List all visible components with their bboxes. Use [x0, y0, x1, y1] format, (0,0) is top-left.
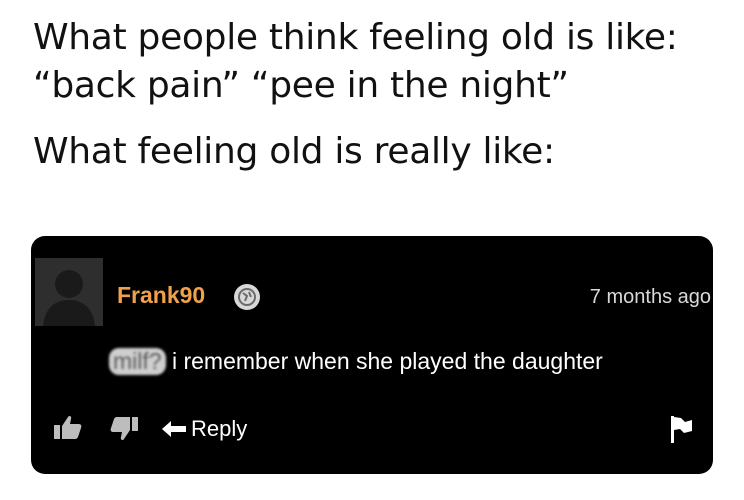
- comment-card: Frank90 7 months ago milf? i remember wh…: [31, 236, 713, 474]
- comment-username[interactable]: Frank90: [117, 282, 205, 309]
- thumb-up-icon[interactable]: [53, 414, 83, 445]
- meme-caption: What people think feeling old is like: “…: [33, 14, 733, 176]
- reply-arrow-icon: [162, 421, 186, 437]
- thumb-down-icon[interactable]: [109, 416, 139, 447]
- avatar[interactable]: [35, 258, 103, 326]
- user-silhouette-icon: [35, 258, 103, 326]
- reply-label: Reply: [191, 416, 248, 441]
- comment-timestamp: 7 months ago: [589, 286, 711, 308]
- blurred-word: milf?: [109, 348, 166, 375]
- comment-body: milf? i remember when she played the dau…: [109, 348, 603, 375]
- comment-text: i remember when she played the daughter: [165, 348, 603, 374]
- comment-actions: Reply: [31, 412, 713, 452]
- reply-button[interactable]: Reply: [161, 414, 247, 444]
- caption-line-1: What people think feeling old is like:: [33, 17, 678, 58]
- flag-icon[interactable]: [669, 414, 693, 449]
- caption-line-2: “back pain” “pee in the night”: [33, 65, 569, 106]
- verified-globe-icon: [233, 283, 261, 311]
- caption-line-3: What feeling old is really like:: [33, 131, 555, 172]
